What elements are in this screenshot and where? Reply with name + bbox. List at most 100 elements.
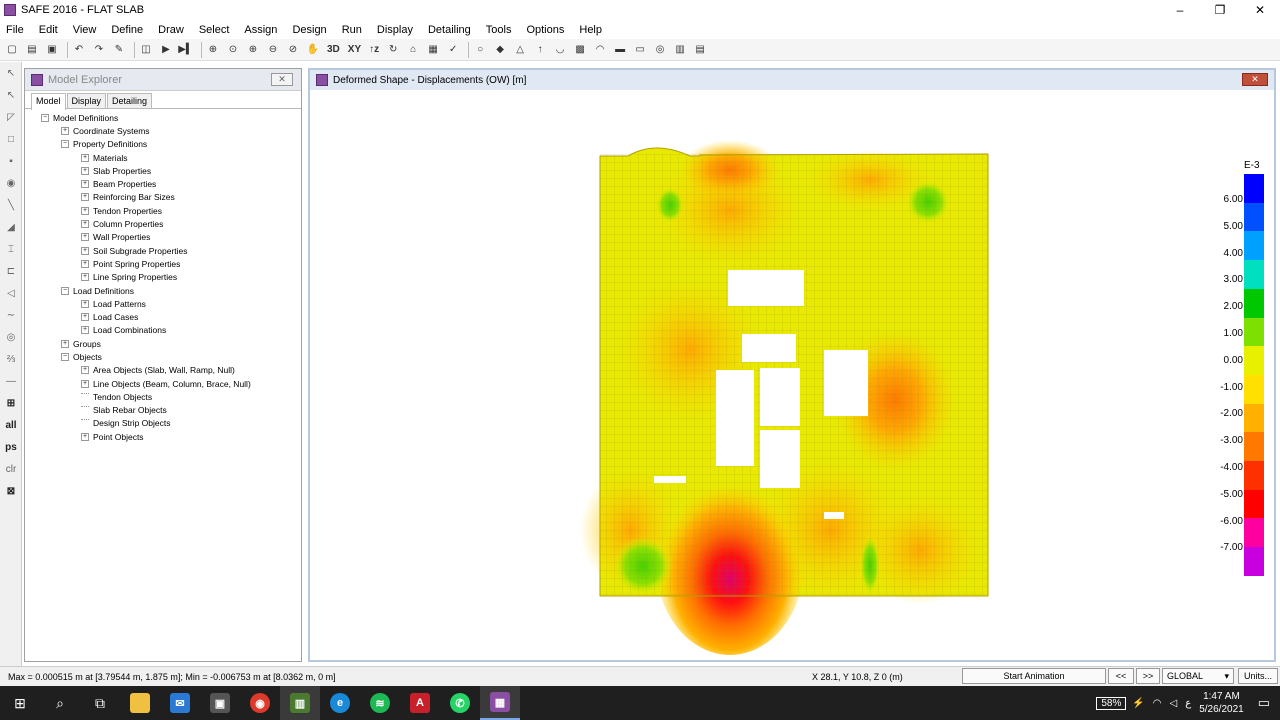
menu-assign[interactable]: Assign — [244, 24, 277, 36]
new-file-icon[interactable]: ▢ — [4, 42, 20, 58]
spotify-icon[interactable]: ≋ — [360, 686, 400, 720]
menu-options[interactable]: Options — [526, 24, 564, 36]
perspective-icon[interactable]: ⌂ — [405, 42, 421, 58]
save-icon[interactable]: ▣ — [44, 42, 60, 58]
tree-item[interactable]: + Reinforcing Bar Sizes — [25, 191, 301, 204]
expand-icon[interactable]: + — [81, 206, 89, 215]
clock[interactable]: 1:47 AM 5/26/2021 — [1199, 690, 1244, 716]
zoom-in-icon[interactable]: ⊕ — [245, 42, 261, 58]
tree-item[interactable]: + Slab Properties — [25, 164, 301, 177]
select-pointer-icon[interactable]: ⊞ — [0, 392, 22, 414]
zoom-restore-icon[interactable]: ⊙ — [225, 42, 241, 58]
minimize-button[interactable]: – — [1160, 0, 1200, 20]
tree-item[interactable]: + Materials — [25, 151, 301, 164]
pencil-icon[interactable]: ✎ — [111, 42, 127, 58]
expand-icon[interactable]: + — [81, 273, 89, 282]
windows-start-icon[interactable]: ⊞ — [0, 686, 40, 720]
select-all-button[interactable]: all — [0, 414, 22, 436]
tree-item[interactable]: + Groups — [25, 337, 301, 350]
mail-icon[interactable]: ✉ — [160, 686, 200, 720]
tree-item[interactable]: + Load Patterns — [25, 297, 301, 310]
tree-item[interactable]: Tendon Objects — [25, 390, 301, 403]
safe-taskbar-icon[interactable]: ▦ — [480, 686, 520, 720]
show-tables-icon[interactable]: ▤ — [692, 42, 708, 58]
tab-model[interactable]: Model — [31, 93, 66, 110]
check-icon[interactable]: ✓ — [445, 42, 461, 58]
tree-item[interactable]: − Model Definitions — [25, 111, 301, 124]
tree-item[interactable]: + Tendon Properties — [25, 204, 301, 217]
autocad-icon[interactable]: A — [400, 686, 440, 720]
expand-icon[interactable]: + — [81, 193, 89, 202]
expand-icon[interactable]: + — [81, 220, 89, 229]
undo-icon[interactable]: ↶ — [71, 42, 87, 58]
zoom-all-icon[interactable]: ⊘ — [285, 42, 301, 58]
draw-ramp-icon[interactable]: ◁ — [0, 282, 22, 304]
tab-display[interactable]: Display — [66, 93, 107, 108]
menu-file[interactable]: File — [6, 24, 24, 36]
draw-line-icon[interactable]: ╲ — [0, 194, 22, 216]
volume-icon[interactable]: ◁ — [1170, 698, 1178, 709]
show-stresses-icon[interactable]: ▩ — [572, 42, 588, 58]
expand-icon[interactable]: + — [81, 180, 89, 189]
tree-item[interactable]: + Point Spring Properties — [25, 257, 301, 270]
tree-item[interactable]: + Wall Properties — [25, 231, 301, 244]
pointer-icon[interactable]: ↖ — [0, 62, 22, 84]
view-z-button[interactable]: ↑z — [367, 42, 381, 58]
intersecting-line-icon[interactable]: ⊠ — [0, 480, 22, 502]
pan-icon[interactable]: ✋ — [305, 42, 321, 58]
coordinate-system-select[interactable]: GLOBAL ▾ — [1162, 668, 1234, 684]
tree-item[interactable]: + Line Objects (Beam, Column, Brace, Null… — [25, 377, 301, 390]
store-icon[interactable]: ▣ — [200, 686, 240, 720]
show-forces-icon[interactable]: ◡ — [552, 42, 568, 58]
view-3d-button[interactable]: 3D — [325, 42, 342, 58]
draw-tendon-icon[interactable]: ∼ — [0, 304, 22, 326]
collapse-icon[interactable]: − — [61, 352, 69, 361]
draw-column-icon[interactable]: ⌶ — [0, 238, 22, 260]
explorer-close-icon[interactable]: ✕ — [271, 73, 293, 86]
expand-icon[interactable]: + — [81, 379, 89, 388]
viewport-close-icon[interactable]: ✕ — [1242, 73, 1268, 86]
show-punching-icon[interactable]: ◎ — [652, 42, 668, 58]
tree-item[interactable]: + Soil Subgrade Properties — [25, 244, 301, 257]
show-undeformed-icon[interactable]: ○ — [472, 42, 488, 58]
tree-item[interactable]: + Load Cases — [25, 310, 301, 323]
units-button[interactable]: Units... — [1238, 668, 1278, 684]
draw-area-icon[interactable]: □ — [0, 128, 22, 150]
edge-icon[interactable]: e — [320, 686, 360, 720]
show-strip-forces-icon[interactable]: ▭ — [632, 42, 648, 58]
whatsapp-icon[interactable]: ✆ — [440, 686, 480, 720]
tree-item[interactable]: + Line Spring Properties — [25, 271, 301, 284]
menu-tools[interactable]: Tools — [486, 24, 512, 36]
expand-icon[interactable]: + — [81, 432, 89, 441]
lock-icon[interactable]: ◫ — [138, 42, 154, 58]
expand-icon[interactable]: + — [81, 233, 89, 242]
menu-display[interactable]: Display — [377, 24, 413, 36]
zoom-out-icon[interactable]: ⊖ — [265, 42, 281, 58]
show-slab-forces-icon[interactable]: ◠ — [592, 42, 608, 58]
notifications-icon[interactable]: ▭ — [1258, 695, 1270, 711]
tree-item[interactable]: + Area Objects (Slab, Wall, Ramp, Null) — [25, 364, 301, 377]
show-reactions-icon[interactable]: ↑ — [532, 42, 548, 58]
collapse-icon[interactable]: − — [61, 140, 69, 149]
expand-icon[interactable]: + — [81, 313, 89, 322]
expand-icon[interactable]: + — [81, 153, 89, 162]
tree-item[interactable]: Design Strip Objects — [25, 417, 301, 430]
deformed-shape-contour-plot[interactable] — [310, 90, 1274, 660]
draw-rebar-icon[interactable]: — — [0, 370, 22, 392]
draw-point-icon[interactable]: ◸ — [0, 106, 22, 128]
draw-beam-icon[interactable]: ◢ — [0, 216, 22, 238]
expand-icon[interactable]: + — [81, 166, 89, 175]
expand-icon[interactable]: + — [81, 299, 89, 308]
draw-strip-icon[interactable]: ◎ — [0, 326, 22, 348]
start-animation-button[interactable]: Start Animation — [962, 668, 1106, 684]
run-icon[interactable]: ▶ — [158, 42, 174, 58]
battery-indicator[interactable]: 58% — [1096, 696, 1127, 710]
draw-dimension-icon[interactable]: ⅔ — [0, 348, 22, 370]
menu-edit[interactable]: Edit — [39, 24, 58, 36]
previous-selection-button[interactable]: ps — [0, 436, 22, 458]
menu-select[interactable]: Select — [199, 24, 230, 36]
close-button[interactable]: ✕ — [1240, 0, 1280, 20]
tree-item[interactable]: + Coordinate Systems — [25, 124, 301, 137]
expand-icon[interactable]: + — [61, 126, 69, 135]
show-loads-icon[interactable]: ◆ — [492, 42, 508, 58]
